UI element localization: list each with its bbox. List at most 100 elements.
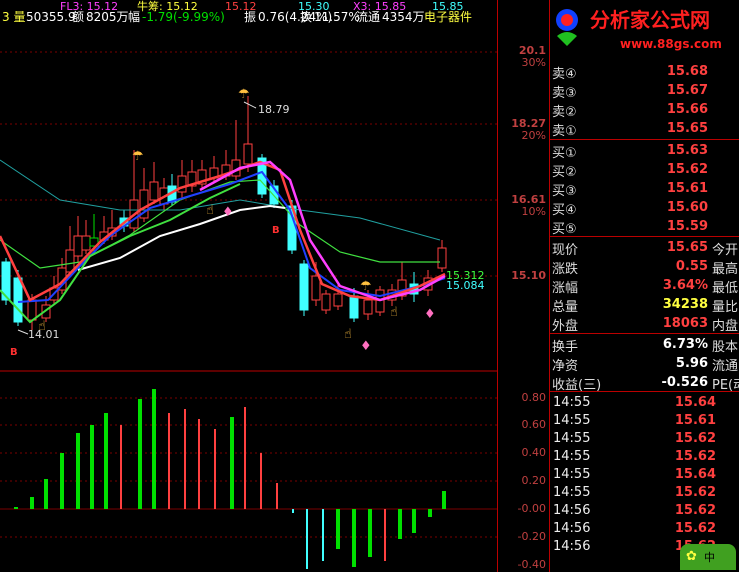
order-price: 15.61 <box>666 181 708 196</box>
candle-body <box>81 235 91 251</box>
oscillator-bar <box>120 425 122 509</box>
candle-body <box>349 295 359 319</box>
tick-price: 15.62 <box>674 485 716 500</box>
order-price: 15.65 <box>666 121 708 136</box>
chart-markers: ☂☂☂☝☝☝☝♦♦♦ <box>17 87 436 354</box>
corner-label: 中 <box>704 551 715 564</box>
stat-value: 6.73% <box>662 337 708 352</box>
order-price: 15.67 <box>666 83 708 98</box>
axis-price-tick: 15.10 <box>511 269 546 282</box>
gem-icon: ♦ <box>360 339 372 354</box>
corner-widget[interactable]: ✿ 中 <box>680 544 736 570</box>
oscillator-bar <box>198 419 200 509</box>
osc-tick: -0.20 <box>517 530 546 543</box>
osc-tick: 0.40 <box>521 446 547 459</box>
candle-body <box>437 247 447 269</box>
axis-price-tick: 16.61 <box>511 193 546 206</box>
osc-tick: 0.60 <box>521 418 547 431</box>
candle-body <box>299 263 309 311</box>
tick-time: 14:56 <box>553 539 591 554</box>
quote-row-outer: 外盘 18063 内盘 <box>550 313 739 334</box>
high-price-label: 18.79 <box>258 103 290 116</box>
candle-body <box>243 143 253 165</box>
stat-row-eps: 收益(三) -0.526 PE(动 <box>550 372 739 393</box>
gem-icon: ♦ <box>222 205 234 220</box>
tick-row: 14:55 15.62 <box>550 447 739 465</box>
low-price-label: 14.01 <box>28 328 60 341</box>
oscillator-bar <box>276 483 278 509</box>
order-row-sell-1: 卖① 15.65 <box>550 118 739 139</box>
quote-label: 外盘 <box>552 319 579 334</box>
flower-icon: ✿ <box>686 549 697 564</box>
order-row-buy-1: 买① 15.63 <box>550 140 739 161</box>
tick-row: 14:56 15.62 <box>550 501 739 519</box>
axis-pct-tick: 10% <box>521 205 546 218</box>
tick-time: 14:56 <box>553 503 591 518</box>
tick-price: 15.62 <box>674 449 716 464</box>
oscillator-bar <box>44 479 48 509</box>
order-row-sell-3: 卖③ 15.67 <box>550 80 739 101</box>
candle-body <box>311 275 321 301</box>
oscillator-bar <box>184 409 186 509</box>
order-label: 卖① <box>552 124 577 139</box>
oscillator-bar <box>322 509 324 561</box>
order-price: 15.63 <box>666 143 708 158</box>
umbrella-icon: ☂ <box>238 87 250 102</box>
quote-row-pct: 涨幅 3.64% 最低 <box>550 275 739 296</box>
quote-value: 34238 <box>662 297 708 312</box>
tick-price: 15.64 <box>674 467 716 482</box>
tick-row: 14:55 15.61 <box>550 411 739 429</box>
order-row-buy-4: 买④ 15.60 <box>550 197 739 218</box>
candle-body <box>321 293 331 311</box>
axis-pct-tick: 20% <box>521 129 546 142</box>
site-logo: 分析家公式网 www.88gs.com <box>550 0 739 58</box>
stat-value: -0.526 <box>661 375 708 390</box>
oscillator-bar <box>292 509 294 513</box>
order-row-buy-3: 买③ 15.61 <box>550 178 739 199</box>
order-row-buy-2: 买② 15.62 <box>550 159 739 180</box>
order-price: 15.59 <box>666 219 708 234</box>
logo-emblem-icon <box>556 9 578 46</box>
low-pointer <box>17 329 29 335</box>
tick-row: 14:55 15.64 <box>550 393 739 411</box>
tick-row: 14:55 15.64 <box>550 465 739 483</box>
oscillator-bar <box>214 429 216 509</box>
tick-time: 14:55 <box>553 449 591 464</box>
quote-value: 3.64% <box>662 278 708 293</box>
oscillator-bar <box>244 407 246 509</box>
oscillator-bar <box>260 453 262 509</box>
oscillator-bar <box>352 509 356 567</box>
candle-body <box>13 277 23 323</box>
oscillator-bar <box>60 453 64 509</box>
hand-pointer-icon: ☝ <box>206 203 214 218</box>
candle-body <box>149 181 159 201</box>
quote-row-price: 现价 15.65 今开 <box>550 237 739 258</box>
axis-price-tick: 20.1 <box>518 44 546 57</box>
quote-value: 18063 <box>662 316 708 331</box>
oscillator-bar <box>14 507 18 509</box>
hand-pointer-icon: ☝ <box>390 305 398 320</box>
tick-time: 14:55 <box>553 485 591 500</box>
tick-time: 14:55 <box>553 413 591 428</box>
umbrella-icon: ☂ <box>132 149 144 164</box>
logo-url: www.88gs.com <box>620 37 722 51</box>
high-pointer <box>243 101 257 109</box>
tick-price: 15.61 <box>674 413 716 428</box>
order-price: 15.60 <box>666 200 708 215</box>
oscillator-bars <box>14 389 446 569</box>
order-row-sell-2: 卖② 15.66 <box>550 99 739 120</box>
oscillator-bar <box>398 509 402 539</box>
tick-row: 14:55 15.62 <box>550 429 739 447</box>
oscillator-bar <box>336 509 340 549</box>
oscillator-bar <box>30 497 34 509</box>
stat-row-turnover: 换手 6.73% 股本 <box>550 334 739 355</box>
order-row-sell-4: 卖④ 15.68 <box>550 61 739 82</box>
oscillator-bar <box>138 399 142 509</box>
divider <box>550 391 739 392</box>
order-row-buy-5: 买⑤ 15.59 <box>550 216 739 237</box>
order-price: 15.68 <box>666 64 708 79</box>
kline-chart[interactable]: ☂☂☂☝☝☝☝♦♦♦ <box>0 0 497 572</box>
oscillator-bar <box>168 413 170 509</box>
oscillator-bar <box>90 425 94 509</box>
oscillator-bar <box>230 417 234 509</box>
